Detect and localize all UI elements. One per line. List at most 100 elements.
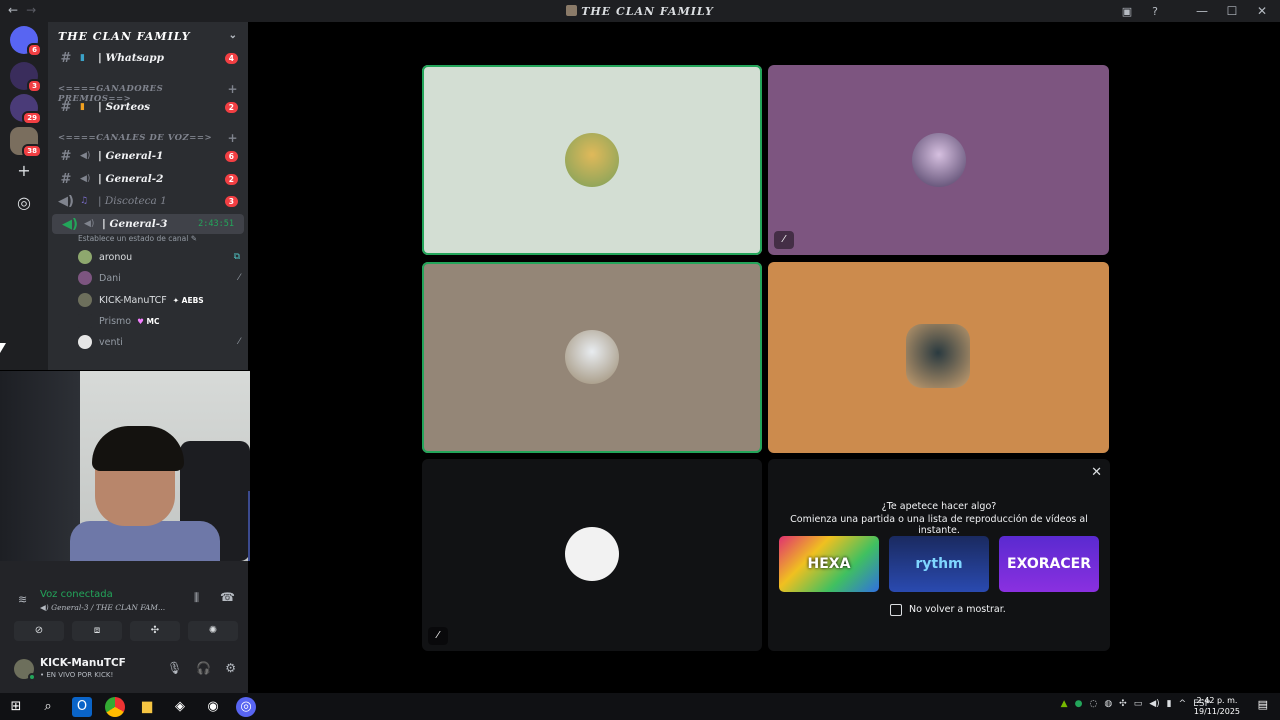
screen-share-button[interactable]: ⧈ <box>72 621 122 641</box>
notification-icon[interactable]: ▤ <box>1258 698 1268 711</box>
participant-tile[interactable]: ⁄ <box>422 459 762 651</box>
mic-muted-icon: ⁄ <box>774 231 794 249</box>
channel-general-1[interactable]: # ◀) | General-1 6 <box>48 146 248 166</box>
badge: 6 <box>27 43 42 57</box>
voice-member[interactable]: venti ⁄ <box>78 332 244 352</box>
channel-label: | Sorteos <box>98 101 151 113</box>
participant-tile[interactable] <box>422 65 762 255</box>
gear-icon[interactable]: ⚙ <box>225 661 236 675</box>
disconnect-icon[interactable]: ☎ <box>220 590 235 604</box>
soundboard-button[interactable]: ✺ <box>188 621 238 641</box>
obs-icon[interactable]: ◉ <box>203 697 223 717</box>
microphone-tray-icon[interactable]: ▮ <box>1167 699 1172 709</box>
discord-home-icon[interactable]: 6 <box>10 26 42 57</box>
channel-sidebar: THE CLAN FAMILY ⌄ # ▮ | Whatsapp 4 <====G… <box>48 22 248 370</box>
game-card-hexa[interactable]: HEXA <box>779 536 879 592</box>
activity-subtitle: Comienza una partida o una lista de repr… <box>790 514 1088 536</box>
bottom-panel: ≋ Voz conectada ◀) General-3 / THE CLAN … <box>0 561 248 693</box>
mention-badge: 2 <box>224 101 238 113</box>
category-canales-voz[interactable]: <====CANALES DE VOZ==> + <box>58 131 238 147</box>
avatar <box>565 133 619 187</box>
channel-discoteca-1[interactable]: ◀) ♫ | Discoteca 1 3 <box>48 191 248 211</box>
participant-tile[interactable]: ⁄ <box>768 65 1109 255</box>
app-tray-icon[interactable]: ◌ <box>1089 699 1097 709</box>
nvidia-icon[interactable]: ▲ <box>1061 699 1068 709</box>
online-status-indicator <box>28 673 36 681</box>
avatar <box>565 527 619 581</box>
participant-tile[interactable] <box>768 262 1109 453</box>
activities-button[interactable]: ✣ <box>130 621 180 641</box>
channel-label: | Discoteca 1 <box>98 195 167 207</box>
headphones-icon[interactable]: 🎧 <box>196 661 211 675</box>
windows-start-icon[interactable]: ⊞ <box>6 697 26 717</box>
microphone-icon[interactable]: 🎙 <box>167 661 182 675</box>
network-icon[interactable]: ▭ <box>1134 699 1143 709</box>
chrome-icon[interactable] <box>105 697 125 717</box>
dont-show-checkbox[interactable] <box>890 604 902 616</box>
maximize-button[interactable]: ☐ <box>1220 2 1244 20</box>
call-timer: 2:43:51 <box>198 219 234 229</box>
voice-member[interactable]: aronou ⧉ <box>78 247 244 267</box>
inbox-icon[interactable]: ▣ <box>1116 2 1138 20</box>
help-icon[interactable]: ? <box>1144 2 1166 20</box>
channel-status-prompt[interactable]: Establece un estado de canal ✎ <box>78 234 197 243</box>
search-icon[interactable]: ⌕ <box>38 697 58 717</box>
activity-question: ¿Te apetece hacer algo? <box>881 501 997 512</box>
app-icon[interactable]: ◈ <box>170 697 190 717</box>
participant-tile[interactable] <box>422 262 762 453</box>
mention-badge: 6 <box>224 150 238 162</box>
webcam-person-shirt <box>70 521 220 561</box>
user-panel: KICK-ManuTCF • EN VIVO POR KICK! 🎙 🎧 ⚙ <box>0 653 248 693</box>
channel-emoji-icon: ▮ <box>80 53 85 63</box>
add-channel-icon[interactable]: + <box>227 131 238 145</box>
hash-icon: # <box>60 148 72 164</box>
mention-badge: 2 <box>224 173 238 185</box>
mention-badge: 4 <box>224 52 238 64</box>
close-window-button[interactable]: ✕ <box>1250 2 1274 20</box>
file-explorer-icon[interactable]: ▆ <box>137 697 157 717</box>
app-tray-icon[interactable]: ✣ <box>1119 699 1127 709</box>
clock[interactable]: 2:42 p. m. 19/11/2025 <box>1194 695 1240 717</box>
volume-icon[interactable]: ◀) <box>1149 699 1159 709</box>
chevron-up-icon[interactable]: ^ <box>1179 699 1187 709</box>
server-icon-active[interactable]: 38 <box>10 127 42 158</box>
app-tray-icon[interactable]: ◍ <box>1104 699 1112 709</box>
status-dot-icon[interactable]: ● <box>1075 699 1083 709</box>
mic-muted-icon: ⁄ <box>428 627 448 645</box>
close-icon[interactable]: ✕ <box>1091 465 1102 480</box>
explore-icon[interactable]: ◎ <box>12 191 36 215</box>
game-card-rythm[interactable]: rythm <box>889 536 989 592</box>
voice-member[interactable]: Dani ⁄ <box>78 268 244 288</box>
avatar <box>906 324 970 388</box>
user-name[interactable]: KICK-ManuTCF <box>40 657 126 669</box>
channel-general-2[interactable]: # ◀) | General-2 2 <box>48 169 248 189</box>
badge: 3 <box>27 79 42 93</box>
channel-label: | General-1 <box>98 150 164 162</box>
channel-whatsapp[interactable]: # ▮ | Whatsapp 4 <box>48 48 248 68</box>
channel-label: | Whatsapp <box>98 52 164 64</box>
add-channel-icon[interactable]: + <box>227 82 238 96</box>
add-server-icon[interactable]: + <box>12 159 36 183</box>
voice-stage: ⁄ ⁄ <box>250 22 1280 693</box>
game-card-exoracer[interactable]: EXORACER <box>999 536 1099 592</box>
server-icon[interactable]: 29 <box>10 94 42 125</box>
hash-icon: # <box>60 50 72 66</box>
avatar <box>912 133 966 187</box>
avatar <box>78 250 92 264</box>
channel-general-3[interactable]: ◀) ◀) | General-3 2:43:51 <box>52 214 244 234</box>
voice-member[interactable]: KICK-ManuTCF ✦ AEBS <box>78 290 244 310</box>
channel-sorteos[interactable]: # ▮ | Sorteos 2 <box>48 97 248 117</box>
category-ganadores[interactable]: <====GANADORES PREMIOS==> + <box>58 82 238 104</box>
server-icon[interactable]: 3 <box>10 62 42 93</box>
hash-icon: # <box>60 171 72 187</box>
discord-taskbar-icon[interactable]: ◎ <box>236 697 256 717</box>
outlook-icon[interactable]: O <box>72 697 92 717</box>
noise-suppression-icon[interactable]: ⫼ <box>194 591 199 605</box>
voice-channel-link[interactable]: ◀) General-3 / THE CLAN FAM... <box>40 603 165 612</box>
signal-icon[interactable]: ≋ <box>18 593 27 606</box>
camera-off-button[interactable]: ⊘ <box>14 621 64 641</box>
voice-member[interactable]: Prismo ♥ MC <box>78 311 244 331</box>
minimize-button[interactable]: — <box>1190 2 1214 20</box>
member-name: aronou <box>99 251 133 263</box>
music-icon: ♫ <box>80 196 89 206</box>
